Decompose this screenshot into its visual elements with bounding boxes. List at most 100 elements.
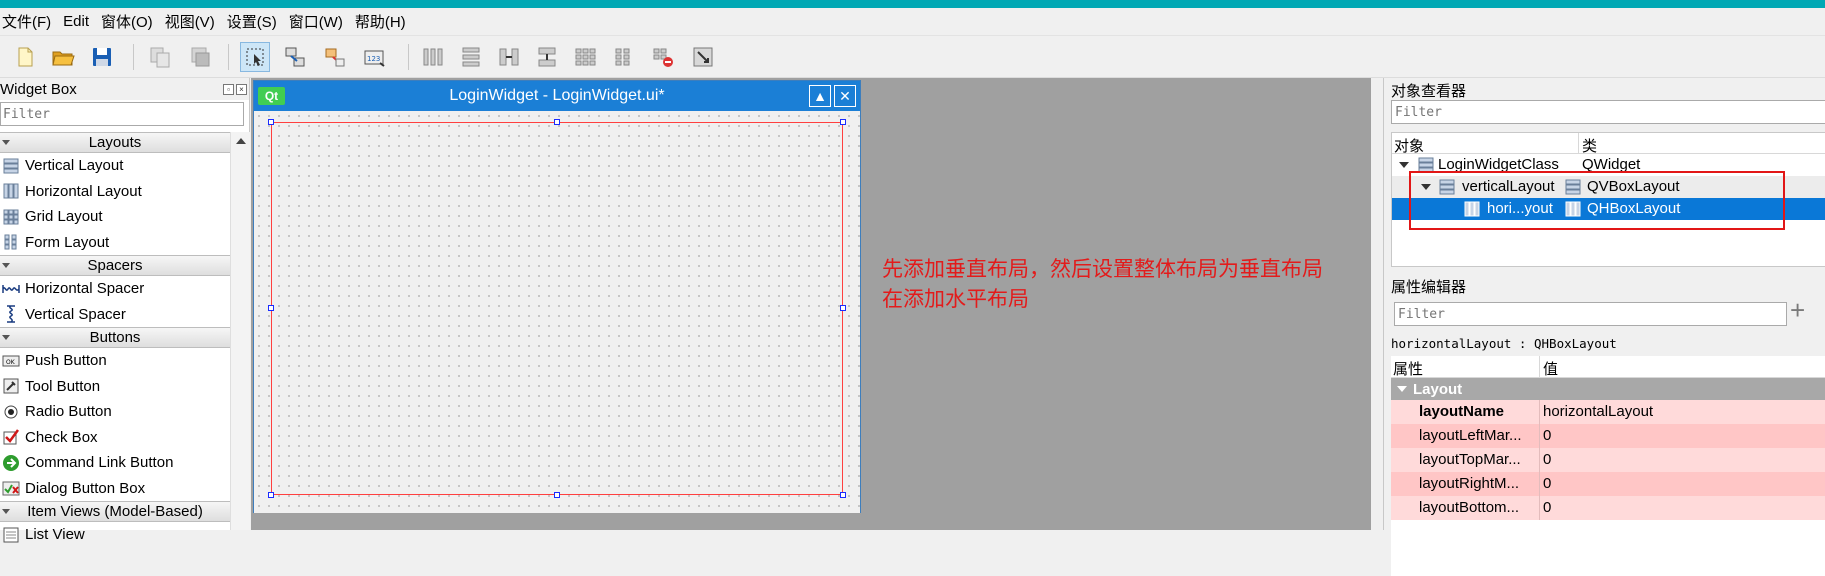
property-editor-filter-input[interactable] <box>1394 302 1787 326</box>
annotation-line-2: 在添加水平布局 <box>882 288 1029 311</box>
property-table: 属性 值 Layout layoutName horizontalLayout l… <box>1391 356 1825 576</box>
list-item-check-box[interactable]: Check Box <box>0 425 230 451</box>
list-item-horizontal-spacer[interactable]: Horizontal Spacer <box>0 276 230 302</box>
property-row[interactable]: layoutRightM... 0 <box>1391 472 1825 496</box>
object-inspector-title: 对象查看器 <box>1391 83 1467 100</box>
vertical-layout-icon <box>0 157 22 175</box>
edit-signals-icon[interactable] <box>280 42 310 72</box>
close-icon[interactable]: ✕ <box>834 85 856 107</box>
list-item-command-link-button[interactable]: Command Link Button <box>0 450 230 476</box>
menu-file[interactable]: 文件(F) <box>0 11 57 32</box>
category-spacers[interactable]: Spacers <box>0 255 230 276</box>
adjust-size-icon[interactable] <box>688 42 718 72</box>
list-item-dialog-button-box[interactable]: Dialog Button Box <box>0 476 230 502</box>
list-item-vertical-layout[interactable]: Vertical Layout <box>0 153 230 179</box>
edit-tab-order-icon[interactable]: 123 <box>360 42 390 72</box>
horizontal-layout-icon <box>0 182 22 200</box>
menu-form[interactable]: 窗体(O) <box>95 11 159 32</box>
list-item-push-button[interactable]: OK Push Button <box>0 348 230 374</box>
menu-settings[interactable]: 设置(S) <box>221 11 283 32</box>
resize-handle[interactable] <box>268 492 274 498</box>
save-icon[interactable] <box>87 42 117 72</box>
vertical-spacer-icon <box>0 305 22 323</box>
close-icon[interactable]: × <box>236 83 247 95</box>
property-row[interactable]: layoutLeftMar... 0 <box>1391 424 1825 448</box>
object-inspector-filter-input[interactable] <box>1391 100 1825 124</box>
list-item-horizontal-layout[interactable]: Horizontal Layout <box>0 179 230 205</box>
property-row[interactable]: layoutTopMar... 0 <box>1391 448 1825 472</box>
object-tree-header: 对象 类 <box>1392 133 1825 156</box>
layout-horizontal-icon[interactable] <box>418 42 448 72</box>
menu-help[interactable]: 帮助(H) <box>349 11 412 32</box>
svg-text:OK: OK <box>6 359 16 366</box>
menu-window[interactable]: 窗口(W) <box>283 11 349 32</box>
restore-icon[interactable]: ▲ <box>809 85 831 107</box>
push-button-icon: OK <box>0 352 22 370</box>
resize-handle[interactable] <box>840 119 846 125</box>
layout-splitter-v-icon[interactable] <box>532 42 562 72</box>
layout-grid-icon[interactable] <box>570 42 600 72</box>
expand-arrow-icon[interactable] <box>1399 162 1409 168</box>
add-property-icon[interactable]: + <box>1790 297 1818 324</box>
list-item-form-layout[interactable]: Form Layout <box>0 230 230 256</box>
resize-handle[interactable] <box>554 119 560 125</box>
category-item-views[interactable]: Item Views (Model-Based) <box>0 501 230 522</box>
dialog-button-box-icon <box>0 479 22 497</box>
horizontal-spacer-icon <box>0 280 22 298</box>
form-titlebar[interactable]: Qt LoginWidget - LoginWidget.ui* ▲ ✕ <box>254 81 860 111</box>
resize-handle[interactable] <box>268 305 274 311</box>
layout-vertical-icon[interactable] <box>456 42 486 72</box>
widget-box-panel: Widget Box ▫ × Layouts Vertical Layout H… <box>0 78 250 543</box>
float-icon[interactable]: ▫ <box>223 83 234 95</box>
layout-splitter-h-icon[interactable] <box>494 42 524 72</box>
resize-handle[interactable] <box>554 492 560 498</box>
list-item-vertical-spacer[interactable]: Vertical Spacer <box>0 302 230 328</box>
annotation-line-1: 先添加垂直布局，然后设置整体布局为垂直布局 <box>882 258 1323 281</box>
list-item-list-view[interactable]: List View <box>0 522 230 548</box>
grid-layout-icon <box>0 208 22 226</box>
list-item-tool-button[interactable]: Tool Button <box>0 374 230 400</box>
vertical-layout-frame[interactable] <box>271 122 843 495</box>
toolbar-separator <box>228 44 229 70</box>
edit-widgets-icon[interactable] <box>240 42 270 72</box>
property-row[interactable]: layoutBottom... 0 <box>1391 496 1825 520</box>
scroll-up-icon[interactable] <box>235 138 246 144</box>
resize-handle[interactable] <box>840 305 846 311</box>
copy-icon[interactable] <box>145 42 175 72</box>
right-dock-panel: 对象查看器 对象 类 LoginWidgetClass QWidget vert… <box>1383 78 1825 576</box>
menu-bar: 文件(F) Edit 窗体(O) 视图(V) 设置(S) 窗口(W) 帮助(H) <box>0 8 1825 36</box>
form-canvas[interactable] <box>254 111 860 513</box>
widget-box-list: Layouts Vertical Layout Horizontal Layou… <box>0 132 230 548</box>
menu-edit[interactable]: Edit <box>57 13 95 30</box>
col-class[interactable]: 类 <box>1582 135 1597 156</box>
col-object[interactable]: 对象 <box>1394 135 1424 156</box>
category-buttons[interactable]: Buttons <box>0 327 230 348</box>
property-row[interactable]: layoutName horizontalLayout <box>1391 400 1825 424</box>
menu-view[interactable]: 视图(V) <box>159 11 221 32</box>
open-folder-icon[interactable] <box>48 42 78 72</box>
layout-form-icon[interactable] <box>608 42 638 72</box>
list-item-radio-button[interactable]: Radio Button <box>0 399 230 425</box>
widget-box-scrollbar[interactable] <box>230 132 250 530</box>
list-item-grid-layout[interactable]: Grid Layout <box>0 204 230 230</box>
list-view-icon <box>0 526 22 544</box>
tool-button-icon <box>0 377 22 395</box>
resize-handle[interactable] <box>840 492 846 498</box>
resize-handle[interactable] <box>268 119 274 125</box>
new-file-icon[interactable] <box>10 42 40 72</box>
paste-icon[interactable] <box>185 42 215 72</box>
widget-box-filter-input[interactable] <box>0 102 244 126</box>
qt-logo-icon: Qt <box>258 87 285 105</box>
expand-arrow-icon[interactable] <box>1397 386 1407 392</box>
command-link-icon <box>0 454 22 472</box>
highlight-box <box>1409 171 1785 230</box>
form-title: LoginWidget - LoginWidget.ui* <box>449 87 665 104</box>
break-layout-icon[interactable] <box>648 42 678 72</box>
property-group-layout[interactable]: Layout <box>1391 378 1825 400</box>
category-layouts[interactable]: Layouts <box>0 132 230 153</box>
col-value[interactable]: 值 <box>1543 358 1558 379</box>
toolbar-separator <box>133 44 134 70</box>
form-layout-icon <box>0 233 22 251</box>
col-property[interactable]: 属性 <box>1393 358 1423 379</box>
edit-buddies-icon[interactable] <box>320 42 350 72</box>
